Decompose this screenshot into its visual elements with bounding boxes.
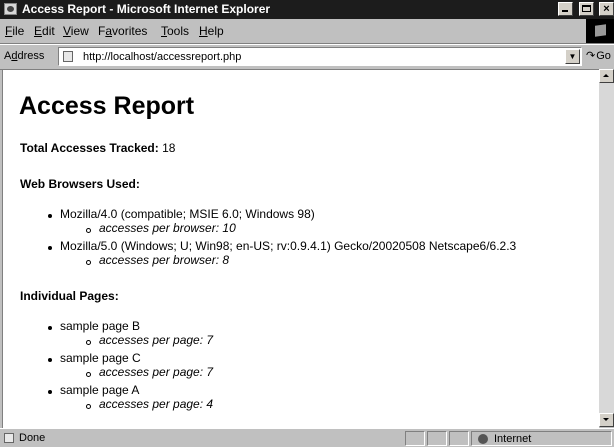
sub-list-bullet (86, 260, 91, 265)
status-bar: Done Internet (0, 428, 614, 447)
vertical-scrollbar[interactable] (599, 69, 614, 427)
menu-view-label: iew (70, 24, 89, 38)
scroll-down-button[interactable] (599, 413, 614, 427)
go-button[interactable]: ↷Go (586, 49, 611, 62)
status-panel (405, 431, 425, 446)
page-access-value: 7 (206, 365, 214, 379)
menu-help-label: elp (207, 24, 224, 38)
globe-icon (478, 434, 488, 444)
page-access-value: 7 (206, 333, 214, 347)
menu-edit-mnemonic: E (34, 24, 43, 38)
maximize-icon (581, 5, 591, 12)
browsers-heading: Web Browsers Used: (20, 177, 140, 191)
page-access-count: accesses per page: 4 (99, 397, 213, 411)
page-name: sample page B (60, 319, 141, 333)
menu-bar: File Edit View Favorites Tools Help (0, 19, 614, 44)
go-arrow-icon: ↷ (586, 50, 596, 62)
sub-list-bullet (86, 372, 91, 377)
maximize-button[interactable] (578, 2, 594, 16)
security-zone-label: Internet (494, 433, 532, 445)
browser-name: Mozilla/4.0 (compatible; MSIE 6.0; Windo… (60, 207, 315, 221)
security-zone-panel: Internet (471, 431, 612, 446)
page-name: sample page A (60, 383, 140, 397)
ie-window-icon[interactable] (4, 3, 17, 15)
ie-throbber (586, 19, 614, 43)
page-access-count: accesses per page: 7 (99, 365, 213, 379)
list-bullet (48, 358, 52, 362)
menu-view-mnemonic: V (63, 24, 71, 38)
page-access-label: accesses per page: (99, 397, 204, 411)
menu-tools-label: ools (167, 24, 190, 38)
sub-list-bullet (86, 228, 91, 233)
browser-access-value: 10 (222, 221, 236, 235)
address-bar: Address http://localhost/accessreport.ph… (0, 44, 614, 70)
page-title: Access Report (19, 92, 195, 120)
window-title: Access Report - Microsoft Internet Explo… (22, 2, 271, 16)
sub-list-bullet (86, 404, 91, 409)
menu-edit-label: dit (42, 24, 55, 38)
browser-access-count: accesses per browser: 10 (99, 221, 236, 235)
menu-help-mnemonic: H (199, 24, 208, 38)
address-value[interactable]: http://localhost/accessreport.php (83, 51, 241, 63)
page-name: sample page C (60, 351, 141, 365)
menu-tools[interactable]: Tools (161, 24, 189, 38)
browser-access-value: 8 (222, 253, 230, 267)
list-bullet (48, 326, 52, 330)
browser-access-count: accesses per browser: 8 (99, 253, 229, 267)
address-dropdown-button[interactable]: ▼ (565, 49, 580, 64)
list-bullet (48, 214, 52, 218)
browser-window: Access Report - Microsoft Internet Explo… (0, 0, 614, 447)
go-label: Go (596, 50, 611, 62)
page-access-label: accesses per page: (99, 333, 204, 347)
sub-list-bullet (86, 340, 91, 345)
menu-edit[interactable]: Edit (34, 24, 55, 38)
title-bar[interactable]: Access Report - Microsoft Internet Explo… (0, 0, 614, 19)
total-accesses-value: 18 (162, 141, 176, 155)
menu-file[interactable]: File (5, 24, 24, 38)
browser-access-label: accesses per browser: (99, 221, 220, 235)
total-accesses: Total Accesses Tracked: 18 (20, 141, 175, 155)
page-icon (63, 51, 73, 62)
page-access-count: accesses per page: 7 (99, 333, 213, 347)
scroll-up-button[interactable] (599, 69, 614, 83)
list-bullet (48, 246, 52, 250)
menu-favorites-label: vorites (112, 24, 148, 38)
address-input[interactable]: http://localhost/accessreport.php ▼ (58, 47, 582, 66)
total-accesses-label: Total Accesses Tracked: (20, 141, 159, 155)
menu-favorites[interactable]: Favorites (98, 24, 147, 38)
close-icon: × (603, 3, 610, 15)
windows-logo-icon (595, 24, 606, 37)
pages-heading: Individual Pages: (20, 289, 119, 303)
browser-name: Mozilla/5.0 (Windows; U; Win98; en-US; r… (60, 239, 517, 253)
window-controls: × (557, 2, 614, 17)
minimize-icon (562, 10, 569, 12)
page-access-value: 4 (206, 397, 214, 411)
address-label: Address (4, 50, 44, 62)
browser-access-label: accesses per browser: (99, 253, 220, 267)
page-access-label: accesses per page: (99, 365, 204, 379)
status-panel (427, 431, 447, 446)
menu-help[interactable]: Help (199, 24, 224, 38)
address-label-rest: dress (17, 50, 45, 62)
status-text: Done (19, 432, 46, 444)
scroll-track[interactable] (599, 83, 614, 413)
page-done-icon (4, 433, 14, 443)
menu-view[interactable]: View (63, 24, 89, 38)
menu-file-label: ile (12, 24, 25, 38)
status-panel (449, 431, 469, 446)
page-content: Access Report Total Accesses Tracked: 18… (2, 69, 599, 428)
minimize-button[interactable] (558, 2, 574, 16)
close-button[interactable]: × (599, 2, 614, 16)
list-bullet (48, 390, 52, 394)
